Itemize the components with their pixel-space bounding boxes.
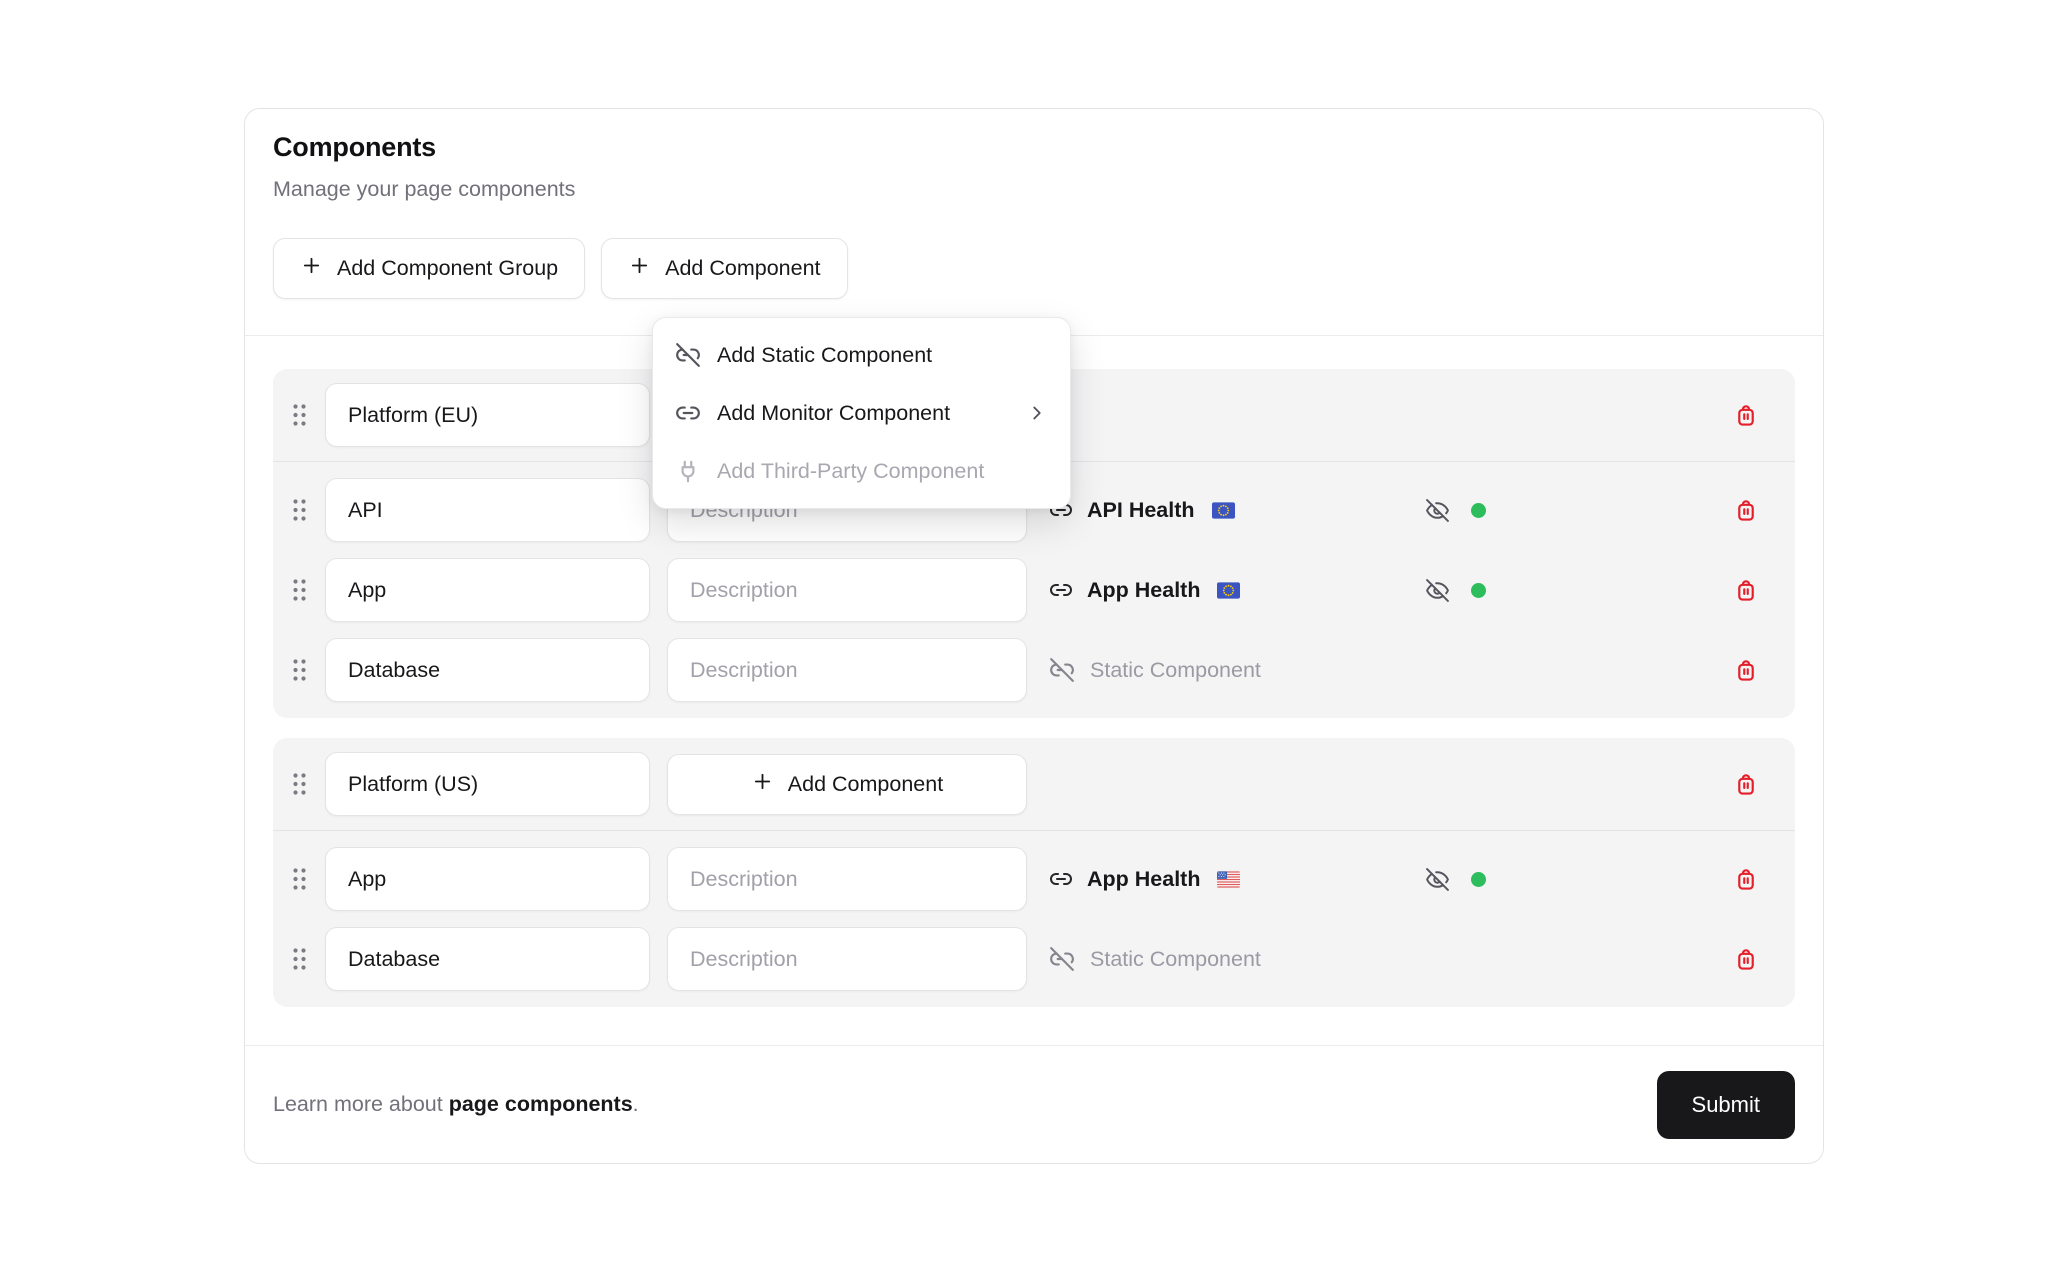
group-name-input[interactable] [325, 383, 650, 447]
eye-off-icon[interactable] [1425, 578, 1450, 603]
component-row-app: App Health [273, 847, 1759, 911]
delete-component-button[interactable] [1733, 946, 1759, 972]
eu-flag-icon [1212, 502, 1235, 519]
static-component-label: Static Component [1090, 947, 1261, 972]
unlink-icon [1049, 946, 1075, 972]
group-header-row: Add Component [273, 738, 1795, 830]
add-component-button[interactable]: Add Component [601, 238, 847, 299]
drag-handle-icon[interactable] [273, 402, 325, 428]
component-name-input[interactable] [325, 558, 650, 622]
monitor-label: App Health [1087, 578, 1200, 603]
chevron-right-icon [1026, 402, 1048, 424]
component-name-input[interactable] [325, 638, 650, 702]
component-description-input[interactable] [667, 558, 1027, 622]
component-name-input[interactable] [325, 478, 650, 542]
drag-handle-icon[interactable] [273, 577, 325, 603]
card-footer: Learn more about page components. Submit [245, 1045, 1823, 1163]
add-component-menu: Add Static Component Add Monitor Compone… [652, 317, 1071, 509]
unlink-icon [675, 342, 701, 368]
add-component-group-label: Add Component Group [337, 256, 558, 281]
menu-item-label: Add Static Component [717, 343, 932, 368]
us-flag-icon [1217, 871, 1240, 888]
learn-more-suffix: . [633, 1092, 639, 1116]
monitor-label: API Health [1087, 498, 1195, 523]
page-components-link[interactable]: page components [449, 1092, 633, 1116]
group-add-component-button[interactable]: Add Component [667, 754, 1027, 815]
delete-group-button[interactable] [1733, 771, 1759, 797]
monitor-cell: App Health [1049, 578, 1401, 603]
component-row-database: Static Component [273, 638, 1759, 702]
unlink-icon [1049, 657, 1075, 683]
menu-item-add-monitor-component[interactable]: Add Monitor Component [653, 384, 1070, 442]
group-add-component-label: Add Component [788, 772, 943, 797]
status-dot [1471, 583, 1486, 598]
add-component-label: Add Component [665, 256, 820, 281]
page-title: Components [273, 130, 1795, 164]
learn-more-text: Learn more about page components. [273, 1092, 639, 1117]
monitor-cell: App Health [1049, 867, 1401, 892]
plug-icon [675, 458, 701, 484]
monitor-label: App Health [1087, 867, 1200, 892]
component-description-input[interactable] [667, 847, 1027, 911]
delete-component-button[interactable] [1733, 657, 1759, 683]
monitor-cell: API Health [1049, 498, 1401, 523]
link-icon [675, 400, 701, 426]
eye-off-icon[interactable] [1425, 867, 1450, 892]
drag-handle-icon[interactable] [273, 657, 325, 683]
link-icon [1049, 578, 1073, 602]
static-component-cell: Static Component [1049, 946, 1261, 972]
component-group-platform-us: Add Component App Health [273, 738, 1795, 1007]
submit-button[interactable]: Submit [1657, 1071, 1795, 1139]
component-name-input[interactable] [325, 927, 650, 991]
status-dot [1471, 503, 1486, 518]
page: Components Manage your page components A… [0, 0, 2054, 1280]
component-name-input[interactable] [325, 847, 650, 911]
link-icon [1049, 867, 1073, 891]
menu-item-label: Add Third-Party Component [717, 459, 984, 484]
eye-off-icon[interactable] [1425, 498, 1450, 523]
plus-icon [628, 254, 651, 283]
page-subtitle: Manage your page components [273, 176, 1795, 203]
drag-handle-icon[interactable] [273, 946, 325, 972]
learn-more-prefix: Learn more about [273, 1092, 449, 1116]
component-row-app: App Health [273, 558, 1759, 622]
eu-flag-icon [1217, 582, 1240, 599]
plus-icon [751, 770, 774, 799]
group-rows: App Health Static Component [273, 830, 1795, 1007]
static-component-cell: Static Component [1049, 657, 1261, 683]
delete-component-button[interactable] [1733, 577, 1759, 603]
drag-handle-icon[interactable] [273, 771, 325, 797]
add-component-group-button[interactable]: Add Component Group [273, 238, 585, 299]
delete-component-button[interactable] [1733, 866, 1759, 892]
components-card: Components Manage your page components A… [244, 108, 1824, 1164]
menu-item-label: Add Monitor Component [717, 401, 950, 426]
delete-group-button[interactable] [1733, 402, 1759, 428]
component-row-database: Static Component [273, 927, 1759, 991]
drag-handle-icon[interactable] [273, 866, 325, 892]
toolbar: Add Component Group Add Component [273, 238, 1795, 299]
component-description-input[interactable] [667, 927, 1027, 991]
drag-handle-icon[interactable] [273, 497, 325, 523]
component-description-input[interactable] [667, 638, 1027, 702]
plus-icon [300, 254, 323, 283]
status-dot [1471, 872, 1486, 887]
static-component-label: Static Component [1090, 658, 1261, 683]
menu-item-add-static-component[interactable]: Add Static Component [653, 326, 1070, 384]
card-header: Components Manage your page components A… [245, 109, 1823, 336]
group-name-input[interactable] [325, 752, 650, 816]
menu-item-add-third-party-component: Add Third-Party Component [653, 442, 1070, 500]
delete-component-button[interactable] [1733, 497, 1759, 523]
